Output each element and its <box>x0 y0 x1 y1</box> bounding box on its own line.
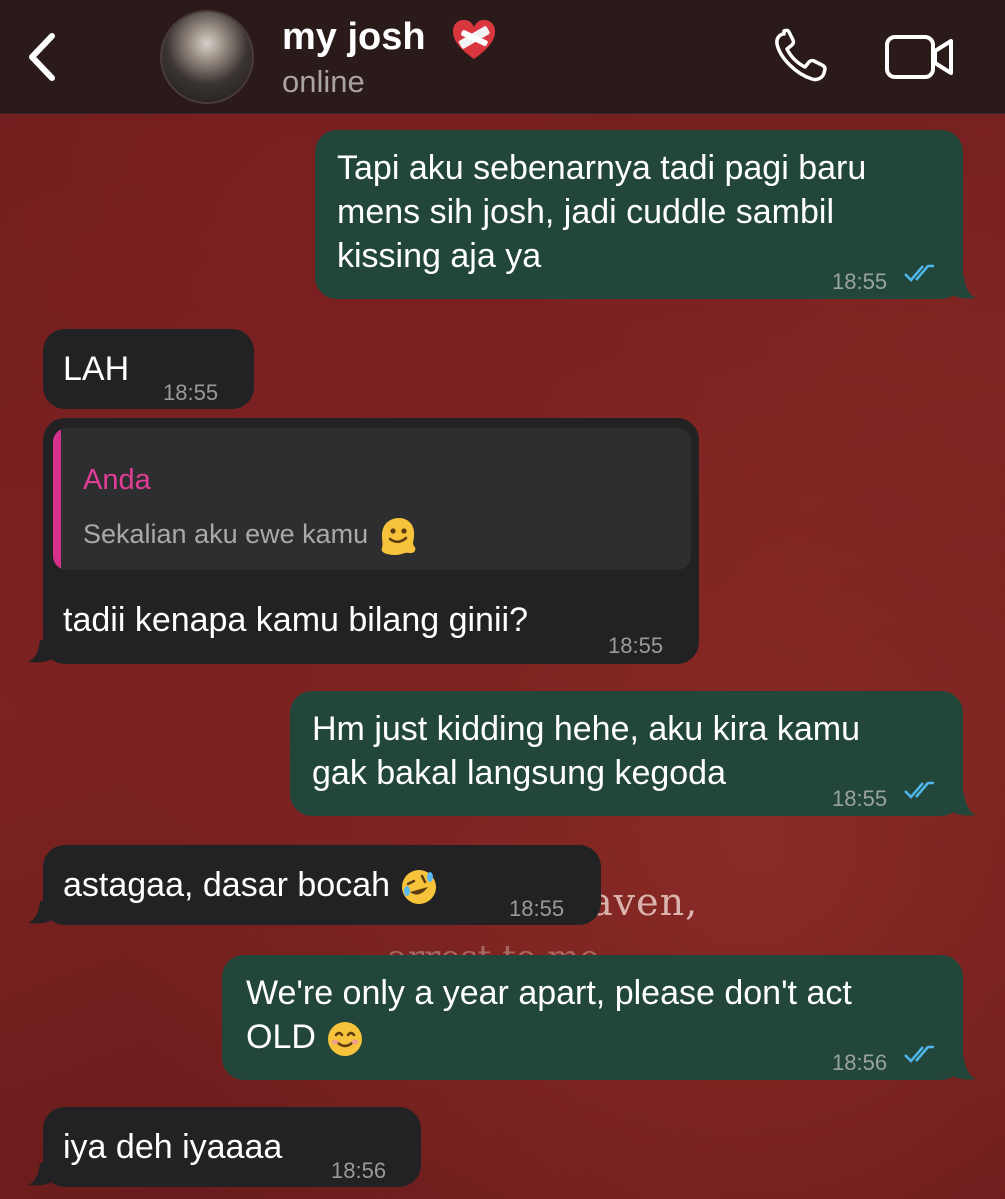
message-line: mens sih josh, jadi cuddle sambil <box>337 193 835 231</box>
message-text: Hm just kidding hehe, aku kira kamu gak … <box>312 707 860 795</box>
quote-accent-bar <box>53 428 61 570</box>
message-time: 18:55 <box>608 633 664 658</box>
quoted-message[interactable]: Anda Sekalian aku ewe kamu <box>53 428 691 570</box>
message-time: 18:56 <box>331 1158 387 1183</box>
bubble-tail <box>28 1163 54 1186</box>
message-bubble-incoming[interactable]: astagaa, dasar bocah 18:55 <box>43 845 601 925</box>
contact-avatar[interactable] <box>160 10 254 104</box>
bubble-tail <box>950 793 976 816</box>
voice-call-button[interactable] <box>770 28 832 86</box>
chat-header: my josh online <box>0 0 1005 114</box>
message-text: LAH <box>63 350 130 388</box>
quoted-author: Anda <box>83 464 151 496</box>
message-line: astagaa, dasar bocah <box>63 866 391 904</box>
message-time: 18:55 <box>832 269 888 294</box>
quoted-text: Sekalian aku ewe kamu <box>83 512 418 557</box>
phone-icon <box>775 28 827 82</box>
message-time: 18:55 <box>163 380 219 405</box>
message-text: tadii kenapa kamu bilang ginii? <box>63 601 528 639</box>
message-bubble-incoming-reply[interactable]: Anda Sekalian aku ewe kamu tadii kenapa … <box>43 418 699 664</box>
back-button[interactable] <box>22 30 66 84</box>
bubble-tail <box>28 640 54 663</box>
rofl-face-icon <box>402 870 437 905</box>
mending-heart-icon <box>453 20 495 59</box>
message-bubble-incoming[interactable]: iya deh iyaaaa 18:56 <box>43 1107 421 1187</box>
message-bubble-outgoing[interactable]: We're only a year apart, please don't ac… <box>222 955 963 1080</box>
contact-status: online <box>282 64 365 99</box>
message-time: 18:56 <box>832 1050 888 1075</box>
message-line: kissing aja ya <box>337 237 542 275</box>
bubble-tail <box>950 1057 976 1080</box>
message-bubble-incoming[interactable]: LAH 18:55 <box>43 329 254 409</box>
message-bubble-outgoing[interactable]: Tapi aku sebenarnya tadi pagi baru mens … <box>315 130 963 299</box>
message-text: astagaa, dasar bocah <box>63 863 439 907</box>
message-line: Tapi aku sebenarnya tadi pagi baru <box>337 149 867 187</box>
message-text: We're only a year apart, please don't ac… <box>246 971 852 1059</box>
message-time: 18:55 <box>832 786 888 811</box>
read-receipt-icon <box>904 264 934 282</box>
smiling-face-icon <box>328 1022 363 1057</box>
message-line-text: OLD <box>246 1018 316 1056</box>
contact-name[interactable]: my josh <box>282 16 426 59</box>
message-time: 18:55 <box>509 896 565 921</box>
read-receipt-icon <box>904 1045 934 1063</box>
read-receipt-icon <box>904 781 934 799</box>
chevron-left-icon <box>29 33 55 81</box>
video-call-button[interactable] <box>884 34 956 80</box>
bubble-tail <box>950 276 976 299</box>
bubble-tail <box>28 901 54 924</box>
quoted-text-content: Sekalian aku ewe kamu <box>83 519 369 549</box>
message-line: gak bakal langsung kegoda <box>312 754 726 792</box>
message-line: We're only a year apart, please don't ac… <box>246 974 852 1012</box>
message-line: OLD <box>246 1015 852 1059</box>
message-text: iya deh iyaaaa <box>63 1128 283 1166</box>
message-bubble-outgoing[interactable]: Hm just kidding hehe, aku kira kamu gak … <box>290 691 963 816</box>
wallpaper-text: aven, <box>590 880 699 924</box>
melting-face-icon <box>381 517 416 555</box>
message-line: Hm just kidding hehe, aku kira kamu <box>312 710 861 748</box>
video-camera-icon <box>885 35 953 79</box>
message-text: Tapi aku sebenarnya tadi pagi baru mens … <box>337 146 866 278</box>
